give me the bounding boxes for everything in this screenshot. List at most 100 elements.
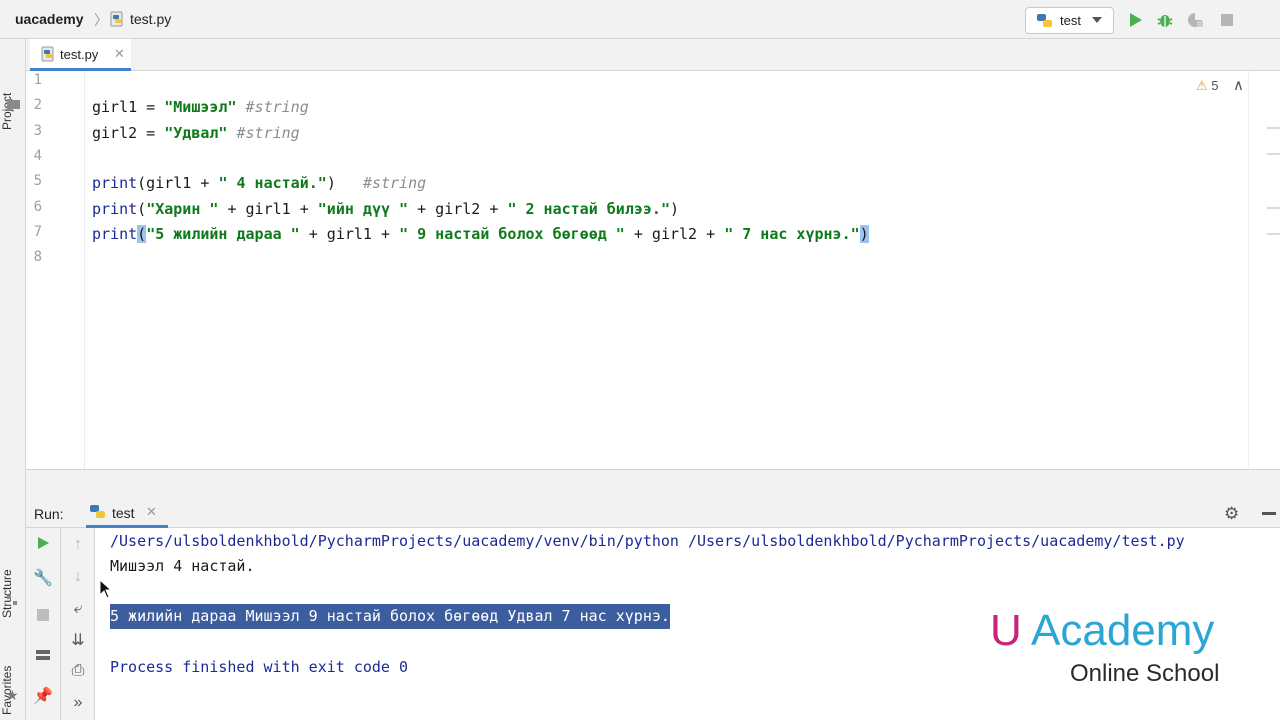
layout-icon[interactable] — [26, 648, 60, 667]
structure-icon — [6, 594, 19, 612]
line-number: 7 — [33, 223, 42, 240]
soft-wrap-icon[interactable]: ⤶ — [61, 600, 95, 618]
breadcrumb-separator: 〉 — [94, 12, 108, 28]
breadcrumb-project[interactable]: uacademy — [15, 11, 83, 27]
panel-splitter[interactable] — [26, 469, 1280, 499]
code-line: girl2 = "Удвал" #string — [92, 121, 300, 146]
run-icon — [1130, 13, 1142, 27]
inspection-warnings[interactable]: ⚠ 5 — [1196, 78, 1219, 94]
line-number: 4 — [33, 147, 42, 164]
run-icon — [38, 537, 49, 549]
arrow-up-icon[interactable]: ↑ — [61, 536, 95, 554]
breadcrumb-file[interactable]: test.py — [130, 11, 171, 27]
console-output-line: Мишээл 4 настай. — [110, 557, 255, 575]
folder-icon — [7, 96, 20, 114]
line-number: 8 — [33, 249, 42, 266]
code-token: " 9 настай болох бөгөөд " — [399, 224, 625, 243]
stop-button[interactable] — [1217, 10, 1237, 30]
code-token: #string — [362, 174, 427, 193]
run-configuration-selector[interactable]: test — [1025, 7, 1114, 34]
scroll-to-end-icon[interactable]: ⇊ — [61, 630, 95, 650]
run-configuration-name: test — [1060, 13, 1081, 28]
error-stripe-mark — [1267, 207, 1280, 209]
code-line: print("5 жилийн дараа " + girl1 + " 9 на… — [92, 222, 869, 247]
minimize-icon[interactable] — [1262, 512, 1276, 515]
stop-icon — [37, 609, 49, 621]
warnings-count: 5 — [1211, 78, 1219, 93]
star-icon: ★ — [6, 687, 19, 703]
code-token: + girl2 + — [408, 199, 508, 218]
code-token: " 2 настай билээ." — [507, 199, 670, 218]
code-token: ) — [670, 199, 680, 218]
line-number: 5 — [33, 173, 42, 190]
code-editor[interactable]: girl1 = "Мишээл" #string girl2 = "Удвал" … — [86, 71, 1248, 469]
code-token: + girl2 + — [624, 224, 725, 243]
editor-tab-bar: test.py ✕ — [26, 39, 1280, 71]
line-number: 3 — [33, 122, 42, 139]
arrow-down-icon[interactable]: ↓ — [61, 568, 95, 586]
stop-button[interactable] — [26, 608, 60, 627]
tab-test-py[interactable]: test.py ✕ — [30, 39, 131, 71]
stop-icon — [1221, 14, 1233, 26]
watermark-logo-academy: Academy — [1031, 606, 1215, 655]
code-token: #string — [245, 98, 309, 117]
rerun-button[interactable] — [26, 536, 60, 555]
code-token: print — [92, 224, 138, 243]
mouse-cursor-icon — [99, 578, 113, 604]
bug-icon — [1157, 15, 1173, 27]
warning-icon: ⚠ — [1196, 78, 1208, 93]
run-toolbar-primary: 🔧 📌 — [26, 528, 61, 720]
line-number: 1 — [33, 72, 42, 88]
code-token: ( — [137, 224, 147, 243]
run-tab-test[interactable]: test ✕ — [86, 499, 168, 528]
run-panel-header: Run: test ✕ ⚙ — [26, 499, 1280, 528]
console-output-line: 5 жилийн дараа Мишээл 9 настай болох бөг… — [110, 604, 670, 629]
debug-button[interactable] — [1155, 10, 1175, 30]
code-line: girl1 = "Мишээл" #string — [92, 95, 309, 120]
previous-highlight-icon[interactable]: ∧ — [1233, 76, 1244, 94]
code-token: " 7 нас хүрнэ." — [724, 224, 860, 243]
code-token: + girl1 + — [218, 199, 318, 218]
code-token: "Удвал" — [164, 123, 228, 142]
code-line: print(girl1 + " 4 настай.") #string — [92, 171, 426, 196]
wrench-icon[interactable]: 🔧 — [26, 568, 60, 588]
code-token: "ийн дүү " — [317, 199, 409, 218]
code-token: print — [92, 174, 138, 193]
python-icon — [89, 504, 107, 525]
chevron-down-icon — [1092, 17, 1102, 23]
watermark-logo-subtitle: Online School — [1070, 660, 1220, 687]
left-tool-strip: Project Structure Favorites ★ — [0, 39, 26, 720]
code-token: "Харин " — [146, 199, 219, 218]
code-token: ( — [137, 199, 147, 218]
code-line: print("Харин " + girl1 + "ийн дүү " + gi… — [92, 197, 679, 222]
code-token: girl2 = — [92, 123, 165, 142]
console-exit-line: Process finished with exit code 0 — [110, 658, 409, 676]
console-output-line: Харин Мишээлийн дүү Удвал 2 настай билээ… — [110, 582, 481, 600]
run-button[interactable] — [1125, 10, 1145, 30]
python-icon — [1036, 13, 1054, 34]
run-tab-label: test — [112, 505, 135, 521]
console-command-line: /Users/ulsboldenkhbold/PycharmProjects/u… — [110, 532, 1185, 550]
editor-scrollbar[interactable] — [1248, 71, 1280, 469]
error-stripe-mark — [1267, 153, 1280, 155]
run-toolbar-secondary: ↑ ↓ ⤶ ⇊ ⎙ » — [61, 528, 95, 720]
close-icon[interactable]: ✕ — [146, 504, 157, 520]
more-icon[interactable]: » — [61, 694, 95, 712]
error-stripe-mark — [1267, 233, 1280, 235]
coverage-button[interactable] — [1185, 10, 1205, 30]
navigation-bar: uacademy 〉 test.py test — [0, 0, 1280, 39]
close-icon[interactable]: ✕ — [114, 46, 125, 62]
watermark-logo-u: U — [990, 606, 1022, 655]
code-token: #string — [236, 123, 300, 142]
python-file-icon — [40, 46, 56, 67]
gear-icon[interactable]: ⚙ — [1224, 504, 1239, 524]
code-token: (girl1 + — [137, 174, 219, 193]
code-token: "Мишээл" — [164, 98, 237, 117]
pin-icon[interactable]: 📌 — [26, 686, 60, 706]
code-token: ) — [326, 174, 363, 193]
code-token: girl1 = — [92, 98, 165, 117]
run-panel-title: Run: — [34, 506, 64, 522]
print-icon[interactable]: ⎙ — [61, 662, 95, 680]
